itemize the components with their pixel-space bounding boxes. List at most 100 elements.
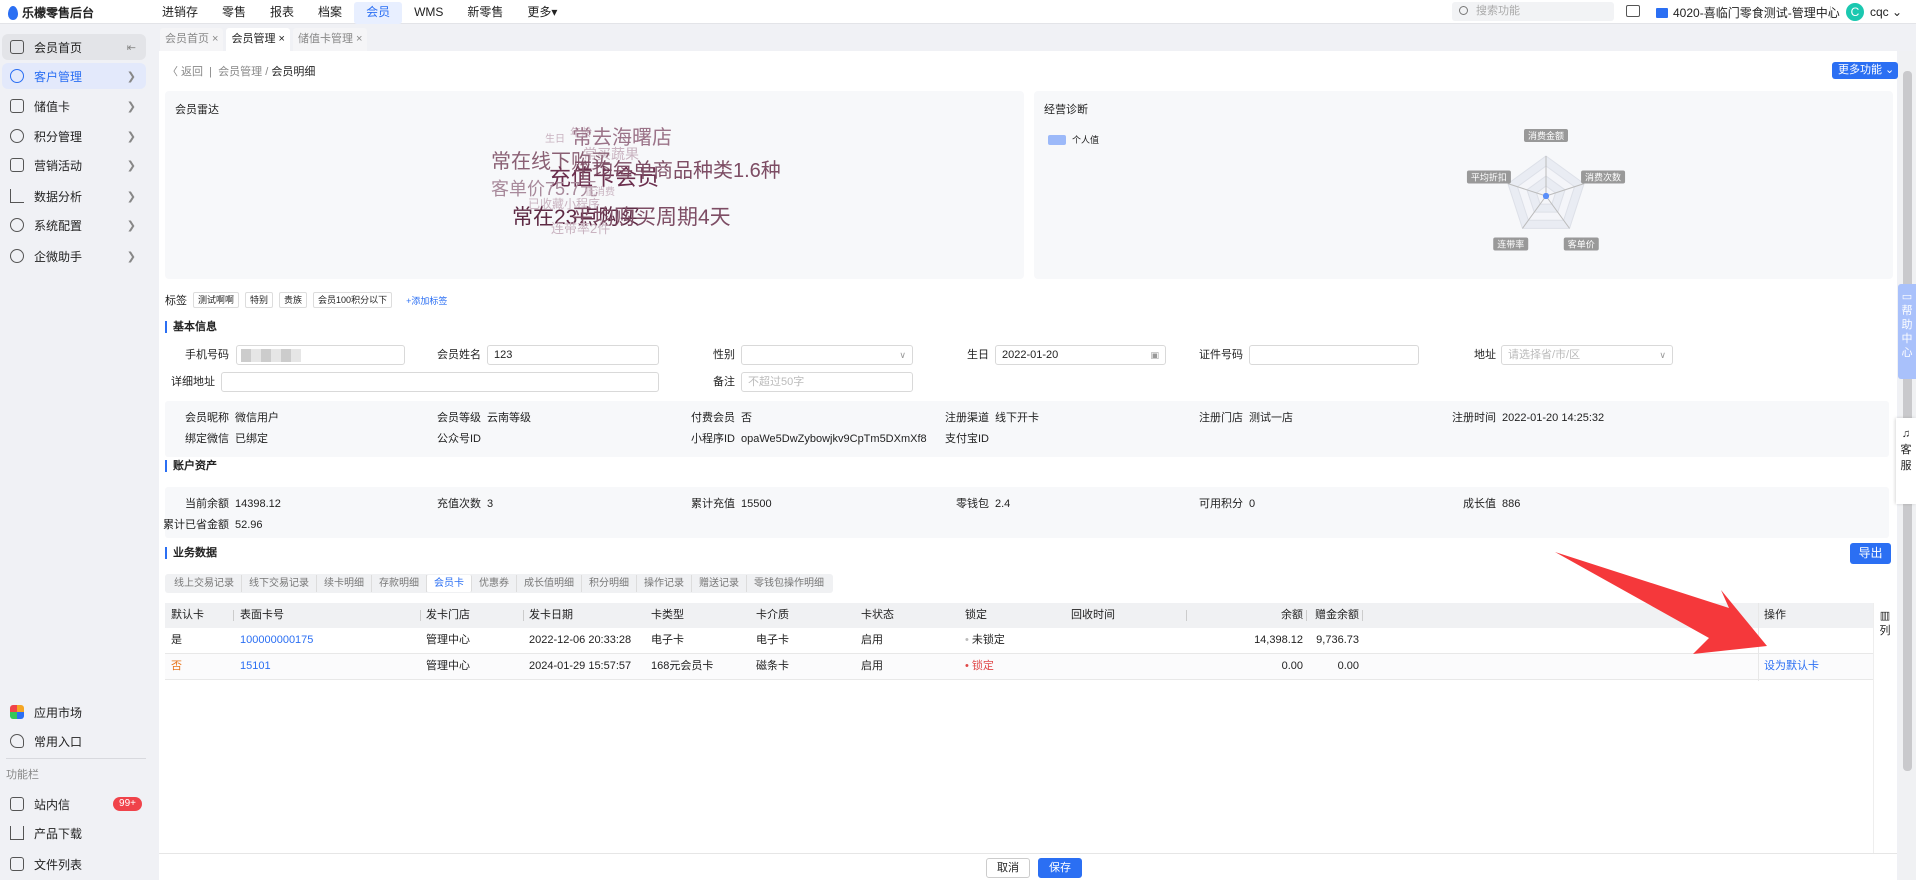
- save-button[interactable]: 保存: [1038, 858, 1082, 878]
- collapse-icon[interactable]: ⇤: [127, 41, 136, 54]
- more-functions-button[interactable]: 更多功能 ⌄: [1832, 62, 1898, 79]
- sidebar-item-analytics[interactable]: 数据分析 ❯: [2, 183, 146, 209]
- avatar[interactable]: C: [1846, 3, 1864, 21]
- sidebar-item-home[interactable]: 会员首页 ⇤: [2, 34, 146, 60]
- sidebar-item-favorites[interactable]: 常用入口: [2, 728, 146, 754]
- tab-stored-card[interactable]: 储值卡管理 ×: [292, 28, 368, 51]
- store-selector[interactable]: 4020-喜临门零食测试-管理中心: [1656, 4, 1840, 21]
- tag[interactable]: 特别: [245, 292, 274, 308]
- info-official-account-id: 公众号ID: [437, 433, 481, 445]
- export-button[interactable]: 导出: [1850, 543, 1891, 564]
- col-date[interactable]: 发卡日期: [529, 603, 573, 628]
- chevron-right-icon: ❯: [126, 130, 136, 143]
- info-register-channel: 注册渠道 线下开卡: [945, 412, 1039, 424]
- sidebar-item-files[interactable]: 文件列表: [2, 851, 146, 877]
- user-icon: [10, 69, 24, 83]
- subtab[interactable]: 成长值明细: [517, 575, 582, 592]
- sidebar-item-wecom[interactable]: 企微助手 ❯: [2, 243, 146, 269]
- card-no-link[interactable]: 100000000175: [240, 628, 313, 653]
- col-status[interactable]: 卡状态: [861, 603, 894, 628]
- nav-item[interactable]: 新零售: [455, 2, 515, 24]
- sidebar-item-customer[interactable]: 客户管理 ❯: [2, 63, 146, 89]
- birthday-picker[interactable]: 2022-01-20 ▣: [995, 345, 1166, 365]
- name-field[interactable]: 123: [487, 345, 659, 365]
- tag[interactable]: 测试啊啊: [193, 292, 240, 308]
- sidebar-item-stored-card[interactable]: 储值卡 ❯: [2, 93, 146, 119]
- business-subtabs: 线上交易记录 线下交易记录 续卡明细 存款明细 会员卡 优惠券 成长值明细 积分…: [165, 574, 833, 593]
- word-cloud-word: 平均每单商品种类1.6种: [573, 160, 781, 182]
- subtab[interactable]: 积分明细: [582, 575, 637, 592]
- sidebar-item-points[interactable]: 积分管理 ❯: [2, 123, 146, 149]
- nav-item-member[interactable]: 会员: [354, 2, 403, 24]
- nav-item[interactable]: 零售: [210, 2, 258, 24]
- col-medium[interactable]: 卡介质: [756, 603, 789, 628]
- gender-select[interactable]: ∨: [741, 345, 913, 365]
- add-tag-link[interactable]: +添加标签: [406, 294, 447, 307]
- col-recycle-time[interactable]: 回收时间: [1071, 603, 1115, 628]
- svg-text:连带率: 连带率: [1497, 239, 1524, 250]
- assets-block: 当前余额 14398.12 充值次数 3 累计充值 15500 零钱包 2.4 可用积分…: [163, 487, 1889, 538]
- info-level: 会员等级 云南等级: [437, 412, 531, 424]
- radar-indicator-label: 连带率: [1493, 237, 1529, 251]
- id-number-field[interactable]: [1249, 345, 1419, 365]
- info-wechat: 绑定微信 已绑定: [185, 433, 268, 445]
- tab-member-home[interactable]: 会员首页 ×: [160, 28, 224, 51]
- column-settings-button[interactable]: ▥ 列: [1873, 603, 1896, 853]
- tag[interactable]: 会员100积分以下: [313, 292, 393, 308]
- subtab[interactable]: 操作记录: [637, 575, 692, 592]
- col-card-no[interactable]: 表面卡号: [240, 603, 284, 628]
- sidebar-item-app-market[interactable]: 应用市场: [2, 699, 146, 725]
- chevron-right-icon: ❯: [126, 190, 136, 203]
- printer-icon[interactable]: [1626, 5, 1640, 17]
- subtab[interactable]: 线下交易记录: [242, 575, 317, 592]
- subtab[interactable]: 零钱包操作明细: [747, 575, 831, 592]
- sidebar-item-marketing[interactable]: 营销活动 ❯: [2, 152, 146, 178]
- section-title-assets: 账户资产: [165, 460, 217, 472]
- columns-icon: ▥: [1879, 610, 1891, 622]
- card-no-link[interactable]: 15101: [240, 654, 271, 679]
- breadcrumb-parent[interactable]: 会员管理 /: [218, 66, 268, 78]
- app-logo[interactable]: 乐檬零售后台: [8, 4, 94, 21]
- customer-service-button[interactable]: ♫ 客服: [1896, 418, 1916, 504]
- section-title-basic: 基本信息: [165, 321, 217, 333]
- svg-text:消费金额: 消费金额: [1528, 130, 1564, 141]
- sidebar-item-download[interactable]: 产品下载: [2, 820, 146, 846]
- search-input[interactable]: 搜索功能: [1452, 2, 1614, 21]
- col-lock[interactable]: 锁定: [965, 603, 987, 628]
- subtab[interactable]: 线上交易记录: [167, 575, 242, 592]
- monitor-icon: [10, 158, 24, 172]
- nav-item[interactable]: 档案: [306, 2, 354, 24]
- back-link[interactable]: 〈 返回: [167, 66, 203, 78]
- subtab[interactable]: 优惠券: [472, 575, 517, 592]
- page-tabs: 会员首页 × 会员管理 × 储值卡管理 ×: [157, 28, 368, 51]
- card-icon: [10, 99, 24, 113]
- user-menu[interactable]: cqc ⌄: [1870, 5, 1902, 19]
- nav-item-more[interactable]: 更多▾: [515, 2, 569, 24]
- nav-item[interactable]: WMS: [402, 2, 455, 24]
- phone-field[interactable]: [236, 345, 405, 365]
- remark-field[interactable]: 不超过50字: [741, 372, 913, 392]
- subtab-member-card[interactable]: 会员卡: [427, 575, 472, 592]
- tab-member-management[interactable]: 会员管理 ×: [226, 28, 290, 51]
- heart-icon: [10, 734, 24, 748]
- col-gift-balance[interactable]: 赠金余额: [1259, 603, 1359, 628]
- address-select[interactable]: 请选择省/市/区 ∨: [1501, 345, 1673, 365]
- detail-address-field[interactable]: [221, 372, 659, 392]
- nav-item[interactable]: 进销存: [150, 2, 210, 24]
- chevron-right-icon: ❯: [126, 70, 136, 83]
- gender-label: 性别: [713, 349, 735, 361]
- sidebar-item-settings[interactable]: 系统配置 ❯: [2, 212, 146, 238]
- subtab[interactable]: 赠送记录: [692, 575, 747, 592]
- headset-icon: ♫: [1901, 428, 1911, 440]
- col-store[interactable]: 发卡门店: [426, 603, 470, 628]
- tag[interactable]: 贵族: [279, 292, 308, 308]
- col-default[interactable]: 默认卡: [171, 603, 204, 628]
- help-center-button[interactable]: ▭ 帮助中心: [1898, 284, 1916, 379]
- subtab[interactable]: 存款明细: [372, 575, 427, 592]
- subtab[interactable]: 续卡明细: [317, 575, 372, 592]
- cancel-button[interactable]: 取消: [986, 858, 1030, 878]
- radar-indicator-label: 消费金额: [1524, 129, 1568, 142]
- col-type[interactable]: 卡类型: [651, 603, 684, 628]
- nav-item[interactable]: 报表: [258, 2, 306, 24]
- sidebar-item-messages[interactable]: 站内信 99+: [2, 791, 146, 817]
